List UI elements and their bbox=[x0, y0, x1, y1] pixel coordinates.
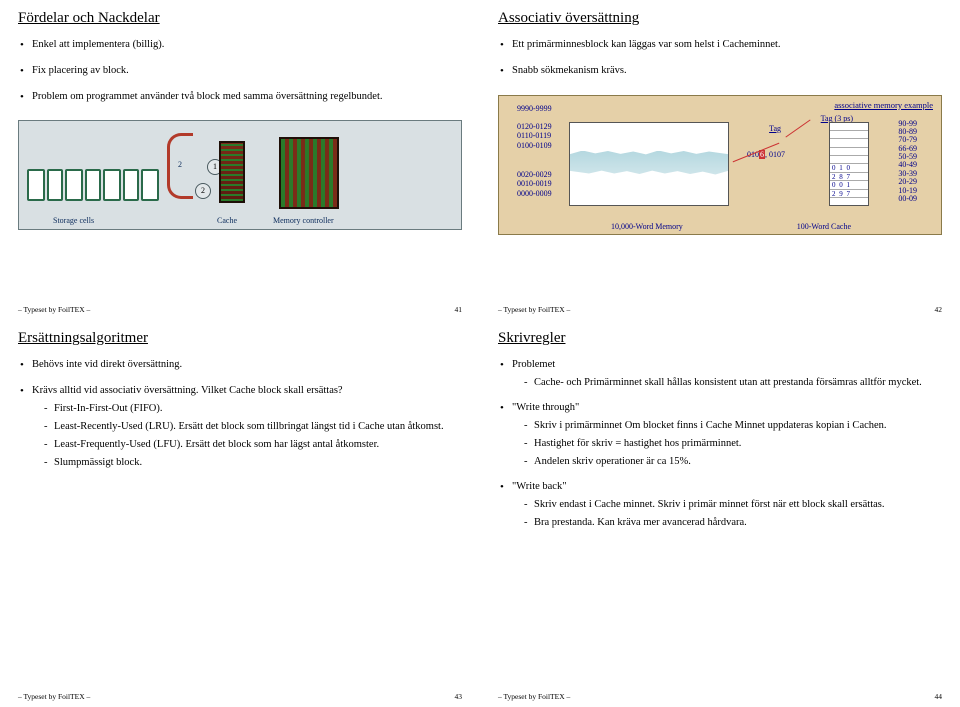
badge-2: 2 bbox=[195, 183, 211, 199]
fig-label-storage: Storage cells bbox=[53, 216, 94, 225]
bullet-list: Enkel att implementera (billig). Fix pla… bbox=[18, 37, 462, 114]
bullet-list: Ett primärminnesblock kan läggas var som… bbox=[498, 37, 942, 89]
slide-43: Ersättningsalgoritmer Behövs inte vid di… bbox=[0, 320, 480, 707]
page-number: 42 bbox=[935, 305, 943, 314]
fig-topnum: 9990-9999 bbox=[517, 104, 552, 113]
bullet-item: "Write through" Skriv i primärminnet Om … bbox=[498, 400, 942, 469]
dash-item: Skriv i primärminnet Om blocket finns i … bbox=[512, 418, 942, 433]
slide-footer: – Typeset by FoilTEX – 44 bbox=[498, 692, 942, 701]
footer-typeset: – Typeset by FoilTEX – bbox=[498, 305, 570, 314]
page-number: 43 bbox=[455, 692, 463, 701]
bullet-item: Problem om programmet använder två block… bbox=[18, 89, 462, 105]
bullet-item: "Write back" Skriv endast i Cache minnet… bbox=[498, 479, 942, 530]
bullet-item: Enkel att implementera (billig). bbox=[18, 37, 462, 53]
dash-list: Skriv endast i Cache minnet. Skriv i pri… bbox=[512, 497, 942, 530]
slide-title: Ersättningsalgoritmer bbox=[18, 330, 462, 347]
slide-41: Fördelar och Nackdelar Enkel att impleme… bbox=[0, 0, 480, 320]
bullet-item: Ett primärminnesblock kan läggas var som… bbox=[498, 37, 942, 53]
slide-title: Skrivregler bbox=[498, 330, 942, 347]
dash-item: Least-Recently-Used (LRU). Ersätt det bl… bbox=[32, 419, 462, 434]
slide-42: Associativ översättning Ett primärminnes… bbox=[480, 0, 960, 320]
fig-tag: Tag bbox=[769, 124, 781, 133]
dash-item: Cache- och Primärminnet skall hållas kon… bbox=[512, 375, 942, 390]
footer-typeset: – Typeset by FoilTEX – bbox=[498, 692, 570, 701]
fig-label-cache: Cache bbox=[217, 216, 237, 225]
page-number: 41 bbox=[455, 305, 463, 314]
slide-footer: – Typeset by FoilTEX – 41 bbox=[18, 305, 462, 314]
dash-item: Skriv endast i Cache minnet. Skriv i pri… bbox=[512, 497, 942, 512]
dash-item: First-In-First-Out (FIFO). bbox=[32, 401, 462, 416]
dash-list: Cache- och Primärminnet skall hållas kon… bbox=[512, 375, 942, 390]
footer-typeset: – Typeset by FoilTEX – bbox=[18, 692, 90, 701]
fig-bottom-left: 10,000-Word Memory bbox=[611, 222, 683, 231]
dash-list: Skriv i primärminnet Om blocket finns i … bbox=[512, 418, 942, 470]
slides-grid: Fördelar och Nackdelar Enkel att impleme… bbox=[0, 0, 960, 707]
dash-list: First-In-First-Out (FIFO). Least-Recentl… bbox=[32, 401, 462, 471]
figure-associative-memory: associative memory example Tag (3 ps) Ta… bbox=[498, 95, 942, 235]
bullet-list: Behövs inte vid direkt översättning. Krä… bbox=[18, 357, 462, 480]
footer-typeset: – Typeset by FoilTEX – bbox=[18, 305, 90, 314]
fig-left-nums-b: 0020-0029 0010-0019 0000-0009 bbox=[517, 170, 552, 199]
bullet-item: Krävs alltid vid associativ översättning… bbox=[18, 383, 462, 471]
dash-item: Bra prestanda. Kan kräva mer avancerad h… bbox=[512, 515, 942, 530]
bullet-item: Behövs inte vid direkt översättning. bbox=[18, 357, 462, 373]
dash-item: Slumpmässigt block. bbox=[32, 455, 462, 470]
bullet-item: Snabb sökmekanism krävs. bbox=[498, 63, 942, 79]
page-number: 44 bbox=[935, 692, 943, 701]
figure-storage-cache: 1 2 Storage cells Cache Memory controlle… bbox=[18, 120, 462, 230]
dash-item: Andelen skriv operationer är ca 15%. bbox=[512, 454, 942, 469]
fig-right-ranges: 90-9980-89 70-7966-69 50-5940-49 30-3920… bbox=[898, 120, 917, 204]
bullet-list: Problemet Cache- och Primärminnet skall … bbox=[498, 357, 942, 541]
dash-item: Least-Frequently-Used (LFU). Ersätt det … bbox=[32, 437, 462, 452]
slide-footer: – Typeset by FoilTEX – 42 bbox=[498, 305, 942, 314]
fig-bottom-right: 100-Word Cache bbox=[797, 222, 851, 231]
slide-title: Associativ översättning bbox=[498, 10, 942, 27]
dash-item: Hastighet för skriv = hastighet hos prim… bbox=[512, 436, 942, 451]
slide-title: Fördelar och Nackdelar bbox=[18, 10, 462, 27]
bullet-item: Fix placering av block. bbox=[18, 63, 462, 79]
fig-cache-column: 0 1 0 2 8 7 0 0 1 2 9 7 bbox=[829, 122, 869, 206]
slide-44: Skrivregler Problemet Cache- och Primärm… bbox=[480, 320, 960, 707]
fig-left-nums-a: 0120-0129 0110-0119 0100-0109 bbox=[517, 122, 552, 151]
fig-assoc-label: associative memory example bbox=[834, 100, 933, 110]
bullet-item: Problemet Cache- och Primärminnet skall … bbox=[498, 357, 942, 390]
fig-label-mem: Memory controller bbox=[273, 216, 334, 225]
slide-footer: – Typeset by FoilTEX – 43 bbox=[18, 692, 462, 701]
